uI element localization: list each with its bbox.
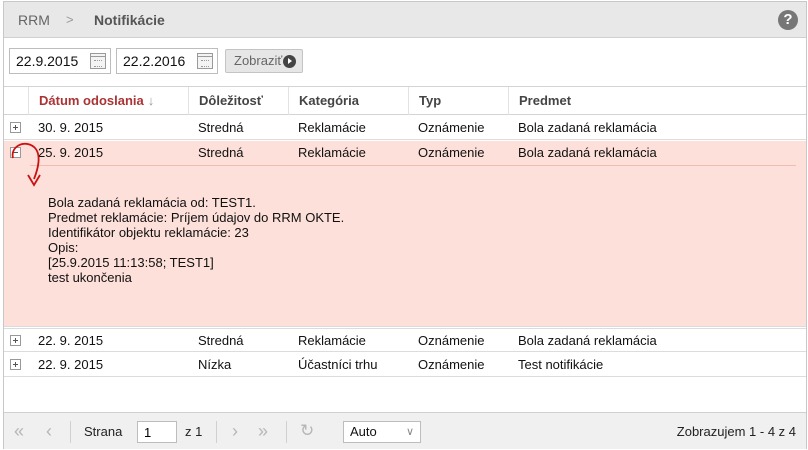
breadcrumb-current: Notifikácie [94, 12, 165, 28]
sort-desc-icon: ↓ [147, 93, 155, 108]
column-header-subject[interactable]: Predmet [508, 87, 806, 115]
detail-text: Bola zadaná reklamácia od: TEST1. Predme… [48, 195, 345, 285]
breadcrumb-root[interactable]: RRM [18, 12, 50, 28]
previous-page-icon[interactable]: ‹ [46, 422, 52, 440]
show-button-label: Zobraziť [234, 53, 283, 68]
notifications-panel: RRM > Notifikácie ? Zobraziť Dátum odosl… [3, 1, 807, 449]
cell-category: Reklamácie [298, 145, 366, 160]
grid-header: Dátum odoslania ↓ Dôležitosť Kategória Ty… [4, 87, 806, 115]
cell-subject: Test notifikácie [518, 357, 604, 372]
cell-subject: Bola zadaná reklamácia [518, 120, 657, 135]
cell-type: Oznámenie [418, 357, 485, 372]
column-header-date[interactable]: Dátum odoslania ↓ [28, 87, 188, 115]
pager-divider [286, 421, 287, 443]
table-row[interactable]: 22. 9. 2015 Nízka Účastníci trhu Oznámen… [4, 353, 806, 377]
cell-date: 25. 9. 2015 [38, 145, 104, 160]
cell-type: Oznámenie [418, 333, 485, 348]
help-icon[interactable]: ? [778, 10, 798, 30]
table-row[interactable]: 22. 9. 2015 Stredná Reklamácie Oznámenie… [4, 328, 806, 352]
table-row-expanded[interactable]: 25. 9. 2015 Stredná Reklamácie Oznámenie… [4, 141, 806, 165]
breadcrumb-separator-icon: > [66, 12, 74, 27]
arrow-right-circle-icon [283, 55, 296, 68]
expand-icon[interactable] [10, 122, 21, 133]
cell-importance: Stredná [198, 145, 244, 160]
show-button[interactable]: Zobraziť [225, 49, 303, 73]
records-info: Zobrazujem 1 - 4 z 4 [676, 424, 796, 439]
pager-divider [216, 421, 217, 443]
date-to-picker [116, 48, 218, 74]
cell-type: Oznámenie [418, 145, 485, 160]
cell-category: Účastníci trhu [298, 357, 378, 372]
page-header: RRM > Notifikácie ? [4, 2, 806, 38]
table-row[interactable]: 30. 9. 2015 Stredná Reklamácie Oznámenie… [4, 116, 806, 140]
cell-type: Oznámenie [418, 120, 485, 135]
expand-icon[interactable] [10, 359, 21, 370]
column-header-importance[interactable]: Dôležitosť [188, 87, 288, 115]
calendar-icon[interactable] [197, 53, 213, 69]
page-count-label: z 1 [185, 424, 203, 439]
date-from-input[interactable] [10, 49, 84, 73]
last-page-icon[interactable]: » [258, 422, 268, 440]
cell-date: 22. 9. 2015 [38, 333, 104, 348]
cell-subject: Bola zadaná reklamácia [518, 333, 657, 348]
cell-category: Reklamácie [298, 120, 366, 135]
detail-divider [30, 165, 796, 166]
cell-category: Reklamácie [298, 333, 366, 348]
first-page-icon[interactable]: « [14, 422, 24, 440]
date-to-input[interactable] [117, 49, 191, 73]
cell-importance: Stredná [198, 333, 244, 348]
next-page-icon[interactable]: › [232, 422, 238, 440]
column-header-type[interactable]: Typ [408, 87, 508, 115]
filter-toolbar: Zobraziť [4, 38, 806, 86]
expand-icon[interactable] [10, 335, 21, 346]
calendar-icon[interactable] [90, 53, 106, 69]
collapse-icon[interactable] [10, 147, 21, 158]
page-size-value: Auto [350, 424, 377, 439]
row-detail-panel: Bola zadaná reklamácia od: TEST1. Predme… [4, 165, 806, 327]
pager: « ‹ Strana z 1 › » ↻ Auto ∨ Zobrazujem 1… [4, 412, 806, 449]
column-header-category[interactable]: Kategória [288, 87, 408, 115]
cell-importance: Stredná [198, 120, 244, 135]
cell-importance: Nízka [198, 357, 232, 372]
page-number-input[interactable] [137, 421, 177, 443]
chevron-down-icon: ∨ [405, 426, 414, 438]
date-from-picker [9, 48, 111, 74]
cell-subject: Bola zadaná reklamácia [518, 145, 657, 160]
page-size-select[interactable]: Auto ∨ [343, 421, 421, 443]
pager-divider [70, 421, 71, 443]
notifications-grid: Dátum odoslania ↓ Dôležitosť Kategória Ty… [4, 86, 806, 412]
page-label: Strana [84, 424, 123, 439]
cell-date: 30. 9. 2015 [38, 120, 104, 135]
refresh-icon[interactable]: ↻ [300, 422, 314, 440]
cell-date: 22. 9. 2015 [38, 357, 104, 372]
